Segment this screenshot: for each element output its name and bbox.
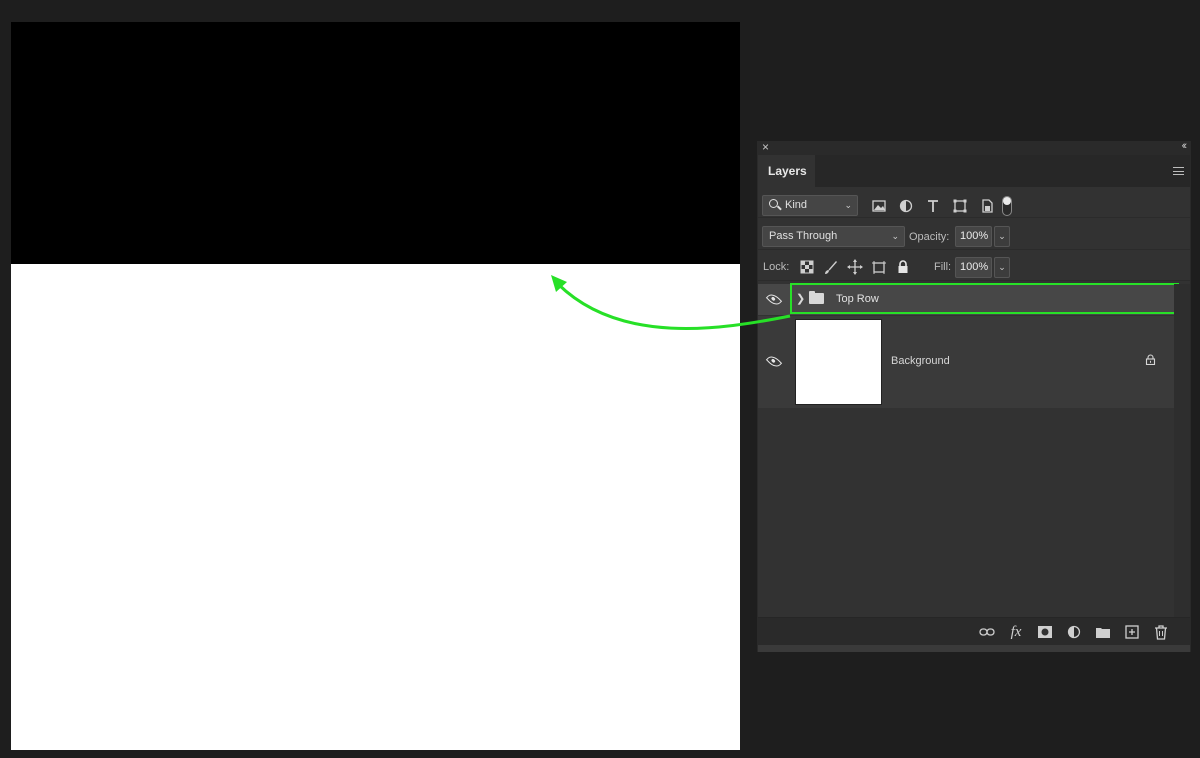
- smart-object-filter-icon[interactable]: [978, 197, 996, 215]
- type-filter-icon[interactable]: [924, 197, 942, 215]
- panel-titlebar: × ‹‹: [758, 140, 1190, 155]
- canvas-background-fill: [11, 264, 740, 750]
- lock-transparent-icon[interactable]: [798, 258, 816, 276]
- visibility-eye-icon[interactable]: [765, 353, 783, 370]
- layers-scrollbar[interactable]: [1174, 284, 1190, 617]
- search-icon: [769, 199, 778, 208]
- lock-all-icon[interactable]: [894, 258, 912, 276]
- panel-tabbar: Layers: [758, 155, 1190, 187]
- chevron-down-icon: ⌄: [891, 231, 899, 241]
- collapse-icon[interactable]: ‹‹: [1182, 140, 1188, 152]
- filter-toggle[interactable]: [1002, 196, 1012, 216]
- fx-icon[interactable]: fx: [1007, 624, 1025, 640]
- mask-icon[interactable]: [1036, 624, 1054, 640]
- visibility-eye-icon[interactable]: [765, 291, 783, 308]
- lock-icon: [1145, 354, 1156, 365]
- chevron-down-icon: ⌄: [844, 200, 852, 210]
- annotation-highlight-box: [790, 283, 1179, 314]
- link-layers-icon[interactable]: [978, 624, 996, 640]
- tab-layers[interactable]: Layers: [758, 155, 815, 187]
- opacity-label: Opacity:: [909, 231, 950, 243]
- opacity-field[interactable]: 100%: [955, 226, 992, 247]
- lock-row: Lock: Fill: 100% ⌄: [758, 251, 1190, 281]
- opacity-dropdown-icon[interactable]: ⌄: [994, 226, 1010, 247]
- fill-dropdown-icon[interactable]: ⌄: [994, 257, 1010, 278]
- canvas-top-row-fill: [11, 22, 740, 264]
- kind-filter-dropdown[interactable]: Kind ⌄: [762, 195, 858, 216]
- layer-thumbnail: [795, 319, 882, 405]
- image-filter-icon[interactable]: [870, 197, 888, 215]
- fill-label: Fill:: [934, 261, 952, 273]
- blend-mode-dropdown[interactable]: Pass Through ⌄: [762, 226, 905, 247]
- kind-filter-label: Kind: [785, 199, 808, 211]
- blend-mode-value: Pass Through: [769, 230, 838, 242]
- lock-artboard-icon[interactable]: [870, 258, 888, 276]
- panel-bottom-toolbar: fx: [758, 617, 1190, 645]
- delete-icon[interactable]: [1152, 624, 1170, 640]
- lock-position-icon[interactable]: [846, 258, 864, 276]
- new-group-icon[interactable]: [1094, 624, 1112, 640]
- adjustment-layer-icon[interactable]: [1065, 624, 1083, 640]
- close-icon[interactable]: ×: [762, 140, 769, 154]
- layers-panel: × ‹‹ Layers Kind ⌄ Pass Through ⌄ Opacit…: [757, 140, 1191, 652]
- layer-row-background[interactable]: Background: [758, 316, 1174, 408]
- adjustment-filter-icon[interactable]: [897, 197, 915, 215]
- filter-row: Kind ⌄: [758, 188, 1190, 218]
- lock-label: Lock:: [763, 261, 790, 273]
- lock-image-icon[interactable]: [822, 258, 840, 276]
- layer-name: Background: [891, 355, 950, 367]
- document-canvas[interactable]: [11, 22, 740, 750]
- layer-row-top-row[interactable]: ❯ Top Row: [758, 283, 1179, 315]
- panel-footer: [758, 645, 1190, 652]
- panel-menu-icon[interactable]: [1173, 167, 1184, 175]
- new-layer-icon[interactable]: [1123, 624, 1141, 640]
- shape-filter-icon[interactable]: [951, 197, 969, 215]
- blend-row: Pass Through ⌄ Opacity: 100% ⌄: [758, 220, 1190, 250]
- fill-field[interactable]: 100%: [955, 257, 992, 278]
